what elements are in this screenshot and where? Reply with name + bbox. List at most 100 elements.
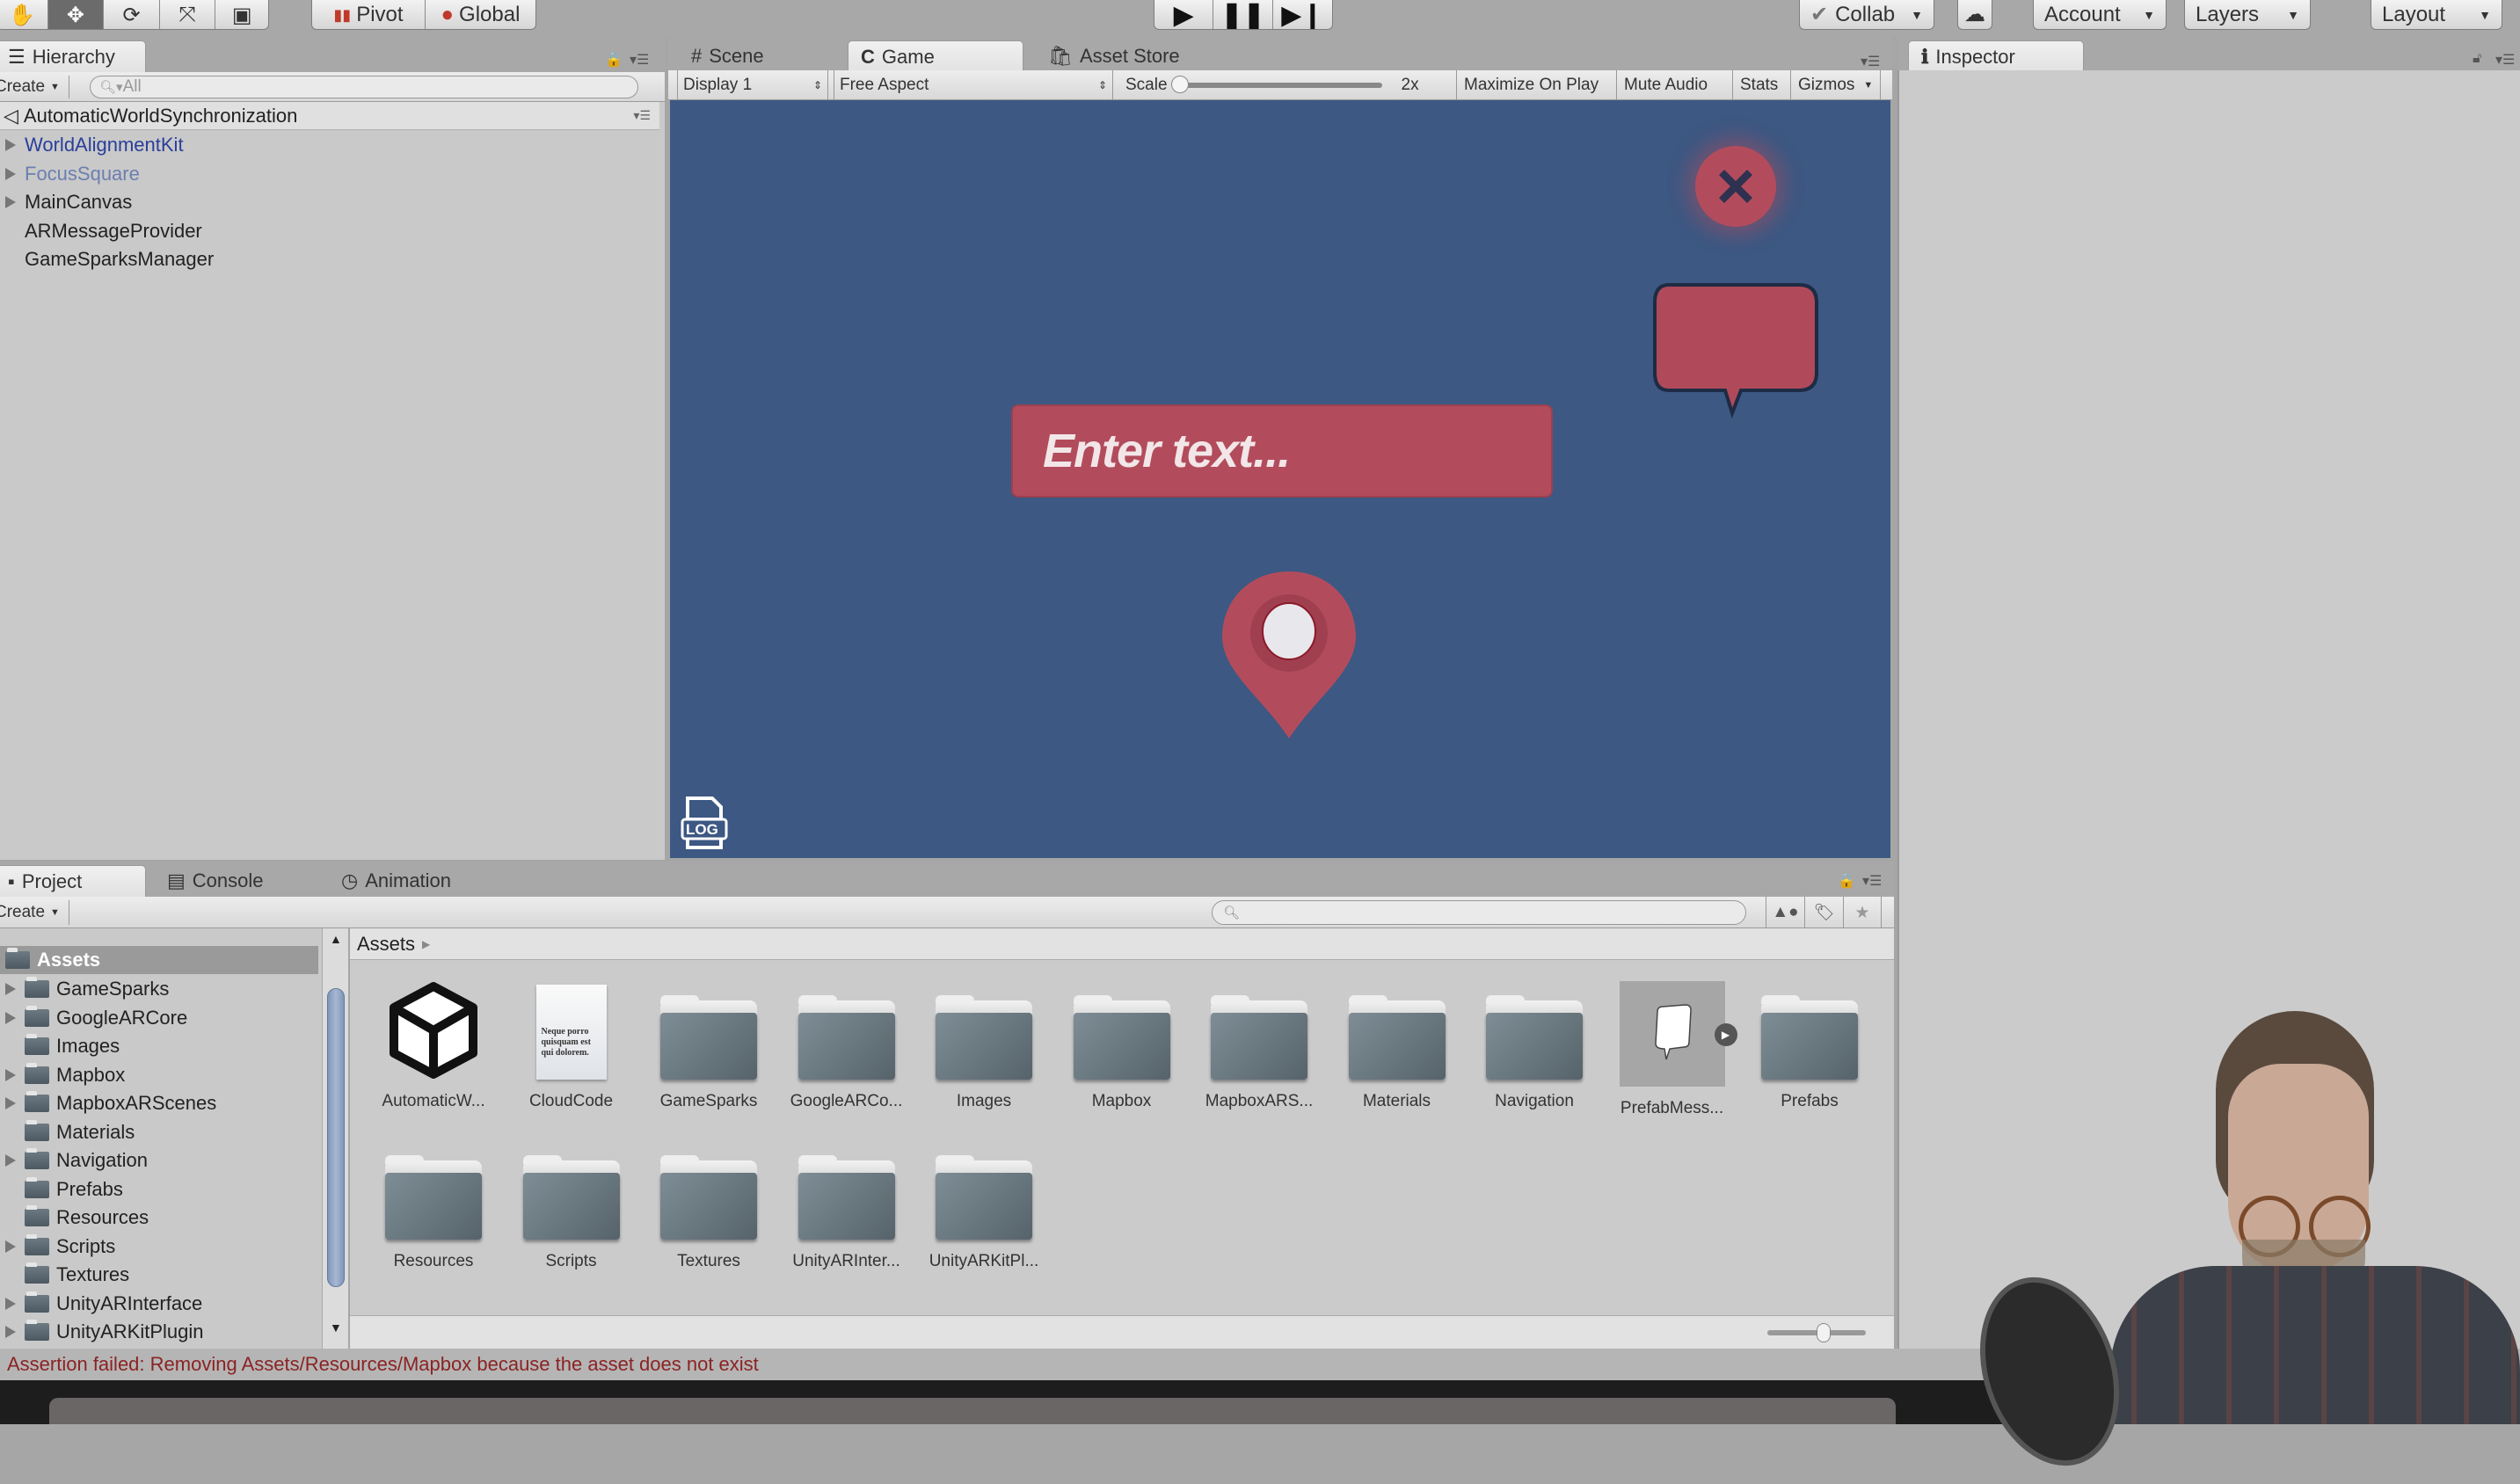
log-button[interactable]: LOG (681, 797, 728, 851)
asset-item[interactable]: GoogleARCo... (781, 981, 913, 1131)
cloud-button[interactable]: ☁ (1957, 0, 1992, 30)
panel-menu-icon[interactable]: ▾☰ (1862, 872, 1882, 890)
filter-by-type-button[interactable]: ▲● (1766, 897, 1804, 928)
pause-button[interactable]: ❚❚ (1213, 0, 1273, 29)
play-button[interactable]: ▶ (1154, 0, 1214, 29)
lock-icon[interactable]: 🔒 (1838, 872, 1855, 890)
asset-item[interactable]: Scripts (506, 1141, 637, 1291)
scene-header[interactable]: ◁ AutomaticWorldSynchronization ▾☰ (0, 102, 659, 130)
tree-item[interactable]: Textures (0, 1261, 318, 1289)
step-button[interactable]: ▶❙ (1273, 0, 1332, 30)
stats-toggle[interactable]: Stats (1732, 70, 1785, 100)
expand-arrow-icon[interactable] (5, 1326, 18, 1338)
tab-scene[interactable]: # Scene (679, 40, 776, 72)
global-button[interactable]: ● Global (426, 0, 535, 29)
icon-size-slider[interactable] (1767, 1323, 1866, 1342)
favorites-button[interactable]: ★ (1843, 897, 1882, 928)
tree-item[interactable]: UnityARKitPlugin (0, 1318, 318, 1346)
tree-item[interactable]: MapboxARScenes (0, 1089, 318, 1117)
asset-item[interactable]: Navigation (1468, 981, 1600, 1131)
asset-item[interactable]: UnityARInter... (781, 1141, 913, 1291)
rotate-tool-button[interactable]: ⟳ (104, 0, 160, 29)
project-create-dropdown[interactable]: Create ▼ (0, 900, 69, 925)
collab-dropdown[interactable]: ✔ Collab ▼ (1799, 0, 1934, 30)
asset-item[interactable]: Resources (368, 1141, 499, 1291)
expand-prefab-icon[interactable]: ▶ (1714, 1023, 1737, 1046)
tree-item[interactable]: Navigation (0, 1146, 318, 1175)
move-tool-button[interactable]: ✥ (47, 0, 105, 29)
tree-item[interactable]: Prefabs (0, 1175, 318, 1204)
hierarchy-item[interactable]: ARMessageProvider (0, 217, 659, 245)
scroll-down-icon[interactable]: ▼ (330, 1320, 342, 1335)
tree-root-assets[interactable]: Assets (0, 946, 318, 974)
tree-item[interactable]: Mapbox (0, 1061, 318, 1089)
hierarchy-search-input[interactable]: 🔍︎▾ All (90, 76, 638, 98)
hierarchy-create-dropdown[interactable]: Create ▼ (0, 76, 69, 98)
location-pin-icon[interactable] (1210, 566, 1368, 742)
lock-icon[interactable]: 🔒 (605, 51, 623, 69)
tab-asset-store[interactable]: 🛍︎ Asset Store (1036, 40, 1192, 72)
asset-item[interactable]: Materials (1331, 981, 1463, 1131)
tree-item[interactable]: GameSparks (0, 975, 318, 1003)
tree-item[interactable]: Scripts (0, 1233, 318, 1261)
hand-tool-button[interactable]: ✋ (0, 0, 48, 29)
asset-item[interactable]: Images (918, 981, 1050, 1131)
hierarchy-item[interactable]: GameSparksManager (0, 245, 659, 273)
asset-item[interactable]: AutomaticW... (368, 981, 499, 1131)
expand-arrow-icon[interactable] (5, 983, 18, 995)
tree-scrollbar-thumb[interactable] (327, 988, 345, 1287)
scale-tool-button[interactable]: ⤧ (160, 0, 216, 29)
filter-by-label-button[interactable]: 🏷︎ (1804, 897, 1843, 928)
tree-item[interactable]: Materials (0, 1118, 318, 1146)
asset-item[interactable]: UnityARKitPl... (918, 1141, 1050, 1291)
hierarchy-item[interactable]: FocusSquare (0, 160, 659, 188)
asset-item[interactable]: MapboxARS... (1193, 981, 1325, 1131)
icon-size-slider-thumb[interactable] (1817, 1323, 1831, 1342)
tree-item[interactable]: UnityARInterface (0, 1290, 318, 1318)
layout-dropdown[interactable]: Layout ▼ (2371, 0, 2502, 30)
gizmos-dropdown[interactable]: Gizmos ▼ (1790, 70, 1882, 100)
scale-slider-thumb[interactable] (1170, 76, 1189, 93)
tree-item[interactable]: Images (0, 1032, 318, 1060)
expand-arrow-icon[interactable] (5, 196, 18, 208)
tab-animation[interactable]: ◷ Animation (329, 865, 463, 897)
mute-audio-toggle[interactable]: Mute Audio (1616, 70, 1715, 100)
rect-tool-button[interactable]: ▣ (215, 0, 268, 29)
panel-menu-icon[interactable]: ▾☰ (2495, 51, 2515, 69)
lock-icon[interactable]: 🔓︎ (2473, 51, 2481, 67)
panel-menu-icon[interactable]: ▾☰ (630, 51, 649, 69)
hierarchy-item[interactable]: MainCanvas (0, 188, 659, 216)
maximize-on-play-toggle[interactable]: Maximize On Play (1456, 70, 1606, 100)
tree-item[interactable]: Resources (0, 1204, 318, 1232)
layers-dropdown[interactable]: Layers ▼ (2184, 0, 2311, 30)
asset-item[interactable]: Mapbox (1056, 981, 1188, 1131)
tree-item[interactable]: GoogleARCore (0, 1004, 318, 1032)
tab-console[interactable]: ▤ Console (155, 865, 276, 897)
panel-menu-icon[interactable]: ▾☰ (1861, 53, 1880, 70)
account-dropdown[interactable]: Account ▼ (2033, 0, 2167, 30)
game-view[interactable]: Enter text... LOG (670, 100, 1890, 858)
pivot-button[interactable]: ▮▮ Pivot (312, 0, 426, 29)
asset-item[interactable]: Textures (643, 1141, 775, 1291)
expand-arrow-icon[interactable] (5, 1297, 18, 1310)
display-select[interactable]: Display 1 ⇕ (677, 70, 828, 100)
tab-inspector[interactable]: ℹ Inspector (1908, 40, 2084, 72)
scale-slider[interactable] (1170, 76, 1382, 93)
expand-arrow-icon[interactable] (5, 1011, 18, 1024)
expand-arrow-icon[interactable] (5, 1154, 18, 1167)
expand-arrow-icon[interactable] (5, 167, 18, 180)
asset-item[interactable]: Prefabs (1744, 981, 1875, 1131)
project-search-input[interactable]: 🔍︎ (1212, 900, 1746, 925)
tab-game[interactable]: C Game (848, 40, 1023, 72)
asset-item[interactable]: ▶ PrefabMess... (1606, 981, 1738, 1131)
tab-hierarchy[interactable]: ☰ Hierarchy (0, 40, 146, 72)
expand-arrow-icon[interactable] (5, 1240, 18, 1253)
speech-bubble-icon[interactable] (1651, 281, 1827, 426)
expand-arrow-icon[interactable] (5, 1097, 18, 1109)
tree-scrollbar[interactable]: ▲ ▼ (322, 928, 348, 1349)
asset-item[interactable]: GameSparks (643, 981, 775, 1131)
enter-text-input[interactable]: Enter text... (1011, 404, 1553, 498)
aspect-select[interactable]: Free Aspect ⇕ (834, 70, 1113, 100)
expand-arrow-icon[interactable] (5, 139, 18, 151)
hierarchy-item[interactable]: WorldAlignmentKit (0, 131, 659, 159)
